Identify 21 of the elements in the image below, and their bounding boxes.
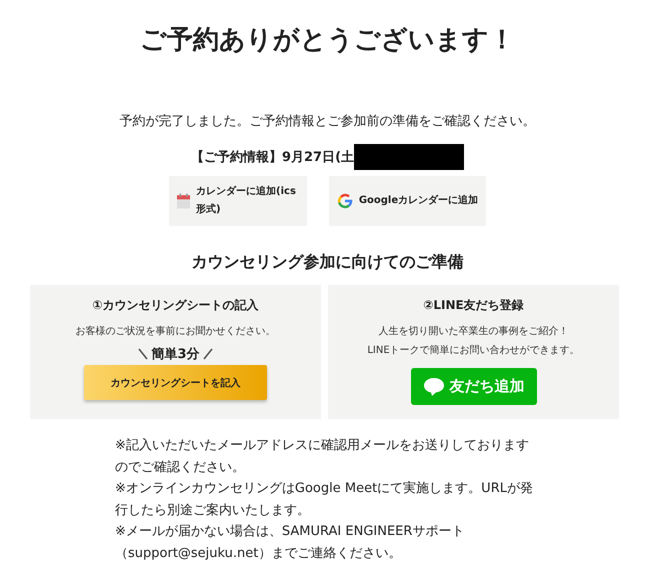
note-text: ※記入いただいたメールアドレスに確認用メールをお送りしておりますのでご確認ください。	[115, 437, 530, 476]
card-title: ①カウンセリングシートの記入	[92, 297, 259, 314]
google-icon	[336, 193, 353, 209]
card-title: ②LINE友だち登録	[423, 297, 524, 314]
slash-decoration	[202, 348, 213, 360]
badge-text: 簡単3分	[151, 346, 200, 363]
slash-decoration	[138, 348, 148, 360]
counseling-sheet-button[interactable]: カウンセリングシートを記入	[84, 365, 267, 400]
note-text: ※オンラインカウンセリングはGoogle Meetにて実施します。URLが発行したら別途ご案内いたします。	[115, 480, 534, 520]
calendar-button[interactable]: カレンダーに追加(ics形式)	[168, 176, 307, 226]
note-text: ※メールが届かない場合は、SAMURAI ENGINEERサポート（support@sejuku.net）までご連絡ください。	[115, 523, 466, 562]
page-title: ご予約ありがとうございます！	[139, 24, 516, 57]
speech-bubble-icon	[422, 376, 444, 396]
section-title: カウンセリング参加に向けてのご準備	[190, 252, 464, 273]
reservation-text: 【ご予約情報】9月27日(土	[190, 149, 354, 166]
card-text: お客様のご状況を事前にお聞かせください。	[76, 324, 276, 339]
message-text: 予約が完了しました。ご予約情報とご参加前の準備をご確認ください。	[118, 113, 536, 130]
calendar-icon	[176, 192, 190, 210]
calendar-button[interactable]: Googleカレンダーに追加	[328, 176, 486, 226]
card-text: 人生を切り開いた卒業生の事例をご紹介！	[378, 324, 568, 339]
card-text: LINEトークで簡単にお問い合わせができます。	[367, 344, 580, 358]
